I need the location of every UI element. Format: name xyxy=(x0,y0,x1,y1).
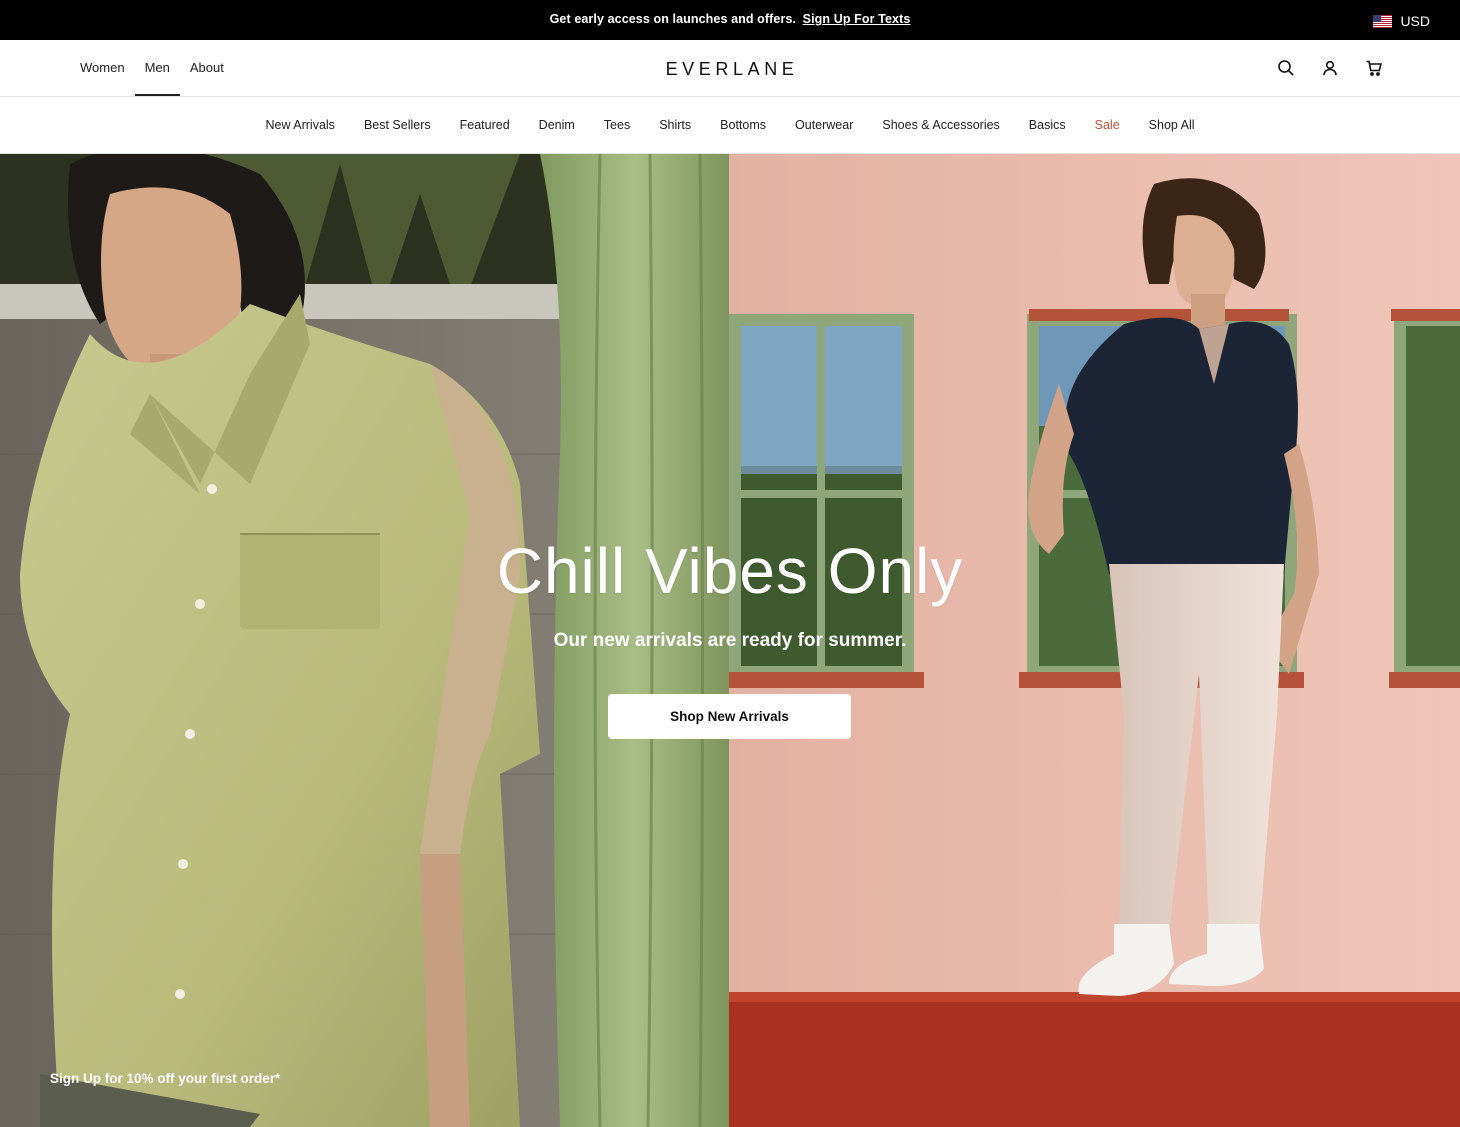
everlane-logo[interactable]: EVERLANE xyxy=(0,59,1460,80)
category-outerwear[interactable]: Outerwear xyxy=(781,118,868,132)
sign-up-texts-link[interactable]: Sign Up For Texts xyxy=(803,12,911,26)
cart-icon[interactable] xyxy=(1364,58,1384,78)
category-bottoms[interactable]: Bottoms xyxy=(706,118,781,132)
email-signup-link[interactable]: Sign Up for 10% off your first order* xyxy=(50,1071,280,1086)
currency-selector[interactable]: USD xyxy=(1373,11,1430,31)
category-best-sellers[interactable]: Best Sellers xyxy=(349,118,445,132)
header-actions xyxy=(1276,58,1384,78)
category-featured[interactable]: Featured xyxy=(445,118,524,132)
category-shop-all[interactable]: Shop All xyxy=(1134,118,1209,132)
category-basics[interactable]: Basics xyxy=(1014,118,1080,132)
category-shirts[interactable]: Shirts xyxy=(645,118,706,132)
promo-bar: Get early access on launches and offers.… xyxy=(0,0,1460,40)
site-header: Women Men About EVERLANE xyxy=(0,40,1460,97)
account-icon[interactable] xyxy=(1320,58,1340,78)
hero-subtitle: Our new arrivals are ready for summer. xyxy=(553,630,907,651)
category-denim[interactable]: Denim xyxy=(524,118,589,132)
hero-title: Chill Vibes Only xyxy=(496,535,964,607)
hero-banner[interactable]: Chill Vibes Only Our new arrivals are re… xyxy=(0,154,1460,1127)
promo-text: Get early access on launches and offers. xyxy=(549,12,797,26)
category-sale[interactable]: Sale xyxy=(1080,118,1134,132)
us-flag-icon xyxy=(1373,14,1393,28)
category-tees[interactable]: Tees xyxy=(589,118,644,132)
currency-label: USD xyxy=(1400,13,1430,29)
category-nav: New Arrivals Best Sellers Featured Denim… xyxy=(0,97,1460,154)
shop-new-arrivals-button[interactable]: Shop New Arrivals xyxy=(608,694,851,739)
search-icon[interactable] xyxy=(1276,58,1296,78)
promo-message: Get early access on launches and offers.… xyxy=(0,12,1460,26)
category-shoes-accessories[interactable]: Shoes & Accessories xyxy=(868,118,1014,132)
category-new-arrivals[interactable]: New Arrivals xyxy=(251,118,349,132)
